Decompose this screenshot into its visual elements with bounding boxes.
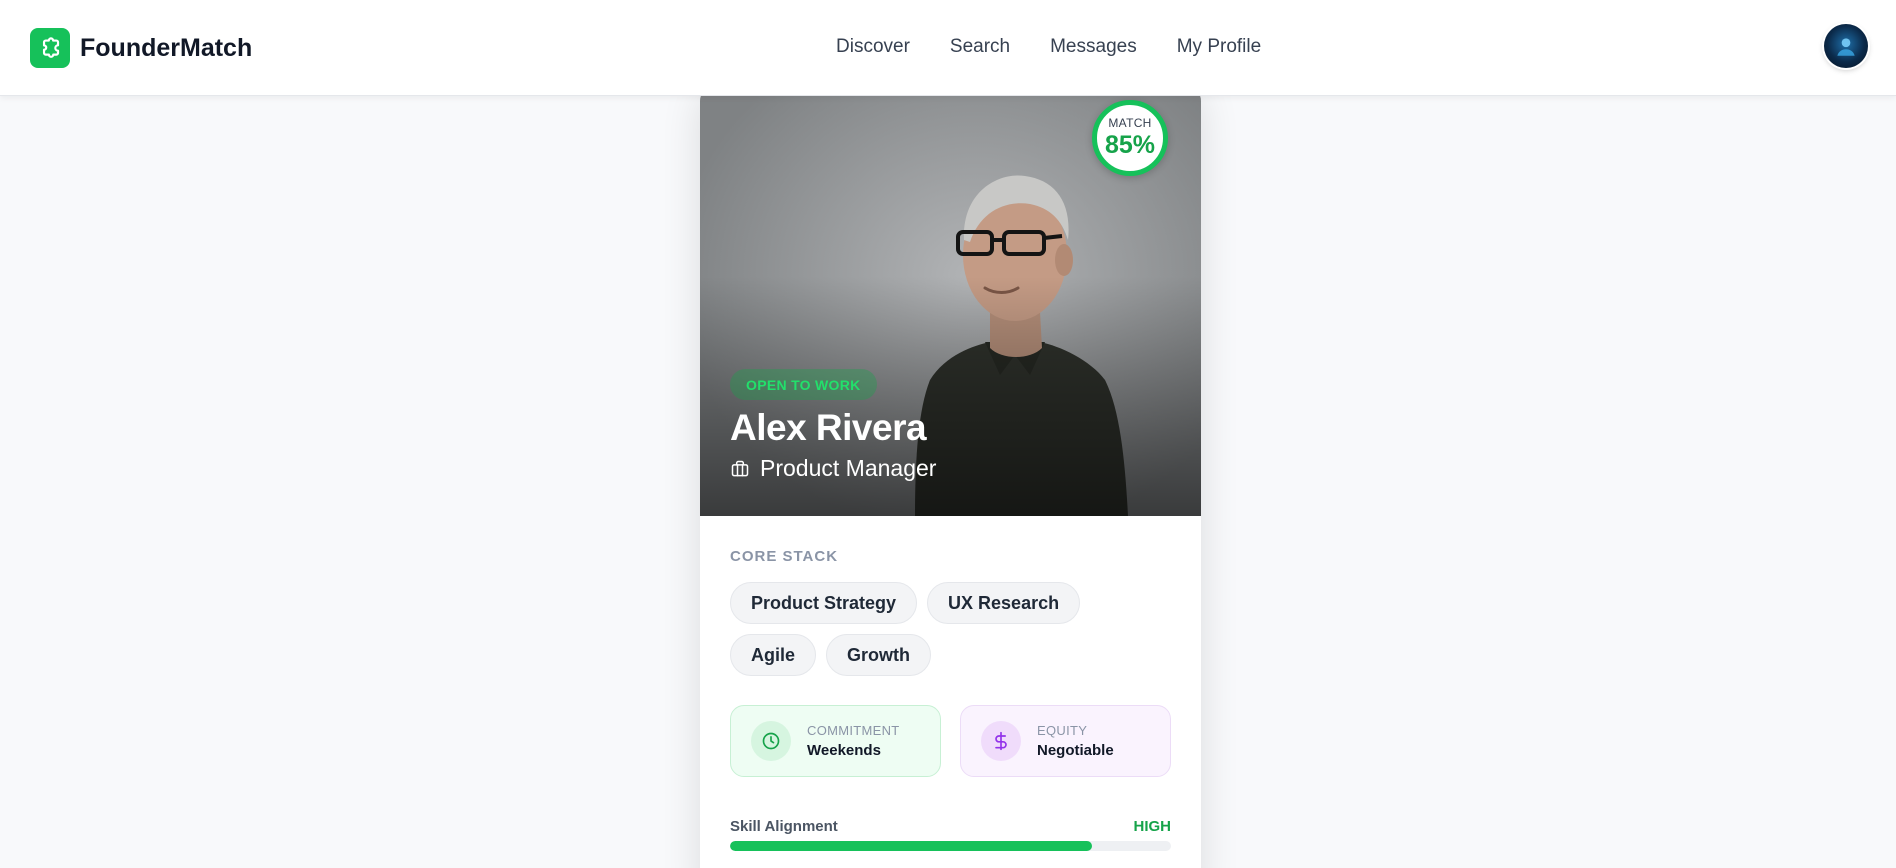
user-avatar[interactable] [1824, 24, 1868, 68]
status-badge: OPEN TO WORK [730, 369, 877, 400]
skill-alignment-label: Skill Alignment [730, 818, 838, 835]
skill-chip[interactable]: Agile [730, 634, 817, 676]
commitment-card: COMMITMENT Weekends [730, 705, 941, 777]
nav-messages[interactable]: Messages [1050, 36, 1137, 58]
skill-chip[interactable]: Product Strategy [730, 582, 918, 624]
avatar-figure-icon [1837, 38, 1855, 56]
profile-card[interactable]: MATCH 85% OPEN TO WORK Alex Rivera Produ… [700, 80, 1201, 868]
match-score-badge: MATCH 85% [1092, 100, 1168, 176]
nav-search[interactable]: Search [950, 36, 1010, 58]
skill-alignment-value: HIGH [1133, 818, 1172, 835]
equity-value: Negotiable [1037, 742, 1114, 759]
equity-card: EQUITY Negotiable [960, 705, 1171, 777]
match-value: 85% [1104, 131, 1156, 159]
person-role: Product Manager [730, 455, 936, 482]
person-name: Alex Rivera [730, 407, 927, 448]
match-label: MATCH [1108, 116, 1152, 130]
skill-chip[interactable]: Growth [826, 634, 932, 676]
skill-chip[interactable]: UX Research [927, 582, 1081, 624]
skill-alignment-row: Skill Alignment HIGH [730, 818, 1171, 835]
skill-alignment-fill [730, 841, 1092, 851]
skill-alignment-bar [730, 841, 1171, 851]
puzzle-icon [30, 28, 70, 68]
core-stack-heading: CORE STACK [730, 548, 839, 565]
nav-my-profile[interactable]: My Profile [1177, 36, 1261, 58]
brand[interactable]: FounderMatch [30, 28, 252, 68]
person-role-label: Product Manager [760, 455, 937, 481]
dollar-icon [981, 721, 1021, 761]
brand-name: FounderMatch [80, 33, 253, 62]
commitment-value: Weekends [807, 742, 881, 759]
equity-label: EQUITY [1037, 723, 1088, 738]
commitment-label: COMMITMENT [807, 723, 900, 738]
nav-discover[interactable]: Discover [836, 36, 910, 58]
skill-chip-list: Product Strategy UX Research Agile Growt… [730, 582, 1175, 676]
clock-icon [751, 721, 791, 761]
main-nav: Discover Search Messages My Profile [836, 36, 1261, 58]
briefcase-icon [731, 460, 749, 476]
top-navigation-bar: FounderMatch Discover Search Messages My… [0, 0, 1896, 96]
